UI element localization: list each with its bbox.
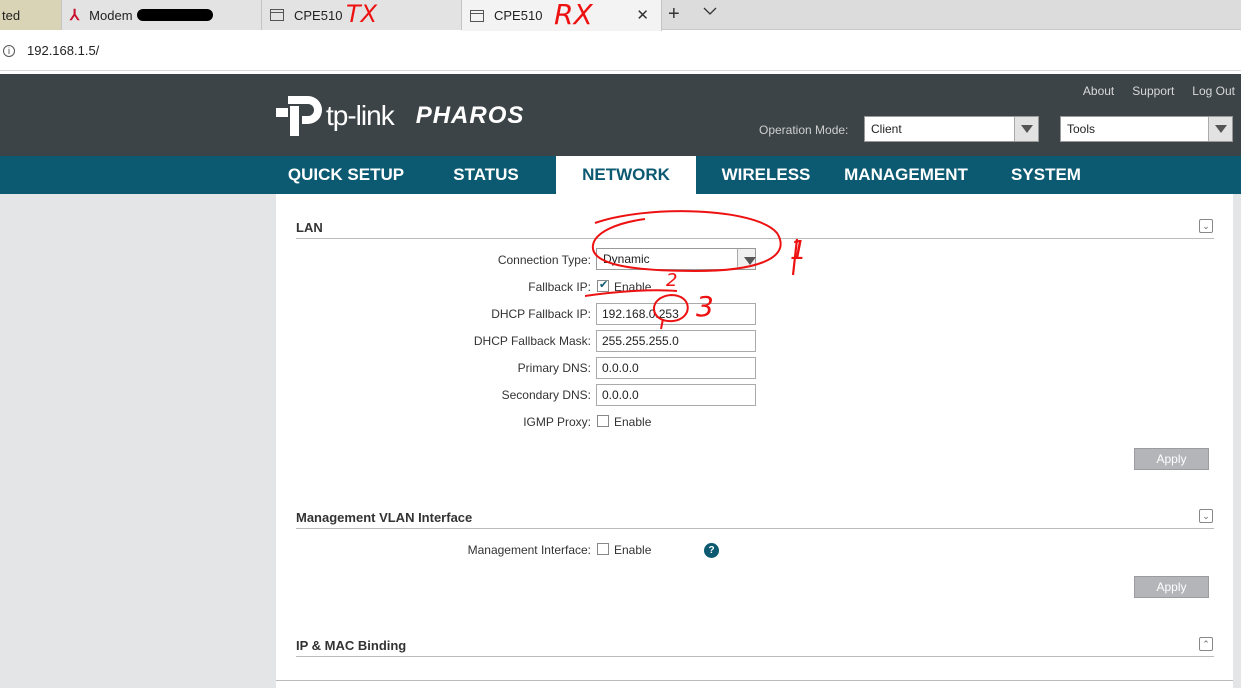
tab-title: CPE510 [294, 7, 343, 23]
expand-chevron-icon[interactable]: ⌃ [1199, 637, 1213, 651]
secondary-dns-input[interactable] [596, 384, 756, 406]
browser-tab-cpe510-tx[interactable]: CPE510 TX [262, 0, 462, 30]
management-interface-checkbox[interactable] [597, 543, 609, 555]
primary-dns-input[interactable] [596, 357, 756, 379]
management-interface-enable-label: Enable [614, 543, 652, 557]
section-divider [296, 528, 1214, 529]
lan-apply-button[interactable]: Apply [1134, 448, 1209, 470]
address-bar: i 192.168.1.5/ [0, 31, 1241, 71]
panel-bottom-border [276, 680, 1233, 681]
header-links: About Support Log Out [1083, 84, 1235, 98]
dropdown-arrow-icon [1208, 117, 1232, 141]
dhcp-fallback-mask-label: DHCP Fallback Mask: [473, 334, 591, 348]
dhcp-fallback-mask-input[interactable] [596, 330, 756, 352]
page-icon [470, 9, 484, 22]
tp-link-logo-icon [276, 96, 322, 136]
logo-product: PHAROS [415, 102, 525, 129]
igmp-proxy-checkbox[interactable] [597, 415, 609, 427]
igmp-proxy-label: IGMP Proxy: [523, 415, 591, 429]
logo-text: tp-link [326, 100, 395, 131]
secondary-dns-label: Secondary DNS: [501, 388, 591, 402]
collapse-chevron-icon[interactable]: ⌄ [1199, 509, 1213, 523]
nav-wireless[interactable]: WIRELESS [710, 156, 822, 194]
nav-management[interactable]: MANAGEMENT [836, 156, 976, 194]
operation-mode-value: Client [871, 122, 902, 136]
router-header: tp-link PHAROS About Support Log Out Ope… [0, 74, 1241, 156]
dhcp-fallback-ip-label: DHCP Fallback IP: [491, 307, 591, 321]
tab-title: CPE510 [494, 8, 543, 23]
close-tab-icon[interactable]: ✕ [636, 6, 649, 24]
redaction-mark [136, 9, 213, 21]
browser-tab-strip: ted ⅄ Modem CPE510 TX CPE510 RX ✕ + [0, 0, 1241, 31]
dropdown-arrow-icon [1014, 117, 1038, 141]
new-tab-icon[interactable]: + [668, 3, 680, 26]
operation-mode-select[interactable]: Client [864, 116, 1039, 142]
fallback-ip-label: Fallback IP: [528, 280, 591, 294]
logout-link[interactable]: Log Out [1192, 84, 1235, 98]
page-icon [270, 9, 284, 21]
support-link[interactable]: Support [1132, 84, 1174, 98]
tp-link-logo: tp-link PHAROS [276, 92, 524, 140]
igmp-proxy-enable-label: Enable [614, 415, 652, 429]
nav-status[interactable]: STATUS [430, 156, 542, 194]
tab-title: Modem [89, 7, 133, 23]
tools-value: Tools [1067, 122, 1096, 136]
tools-select[interactable]: Tools [1060, 116, 1233, 142]
nav-network[interactable]: NETWORK [556, 156, 696, 194]
browser-tab-modem[interactable]: ⅄ Modem [62, 0, 262, 30]
annotation-number-3: 3 [696, 290, 714, 323]
annotation-number-2: 2 [666, 270, 678, 291]
ip-mac-binding-section-title: IP & MAC Binding [296, 638, 407, 653]
mgmt-vlan-apply-button[interactable]: Apply [1134, 576, 1209, 598]
mgmt-vlan-section-title: Management VLAN Interface [296, 510, 473, 525]
lan-section-title: LAN [296, 220, 323, 235]
connection-type-label: Connection Type: [497, 253, 591, 267]
tab-list-chevron-icon[interactable] [703, 5, 717, 19]
browser-tab-cpe510-rx[interactable]: CPE510 RX ✕ [462, 0, 662, 31]
right-edge [1233, 194, 1241, 688]
management-interface-label: Management Interface: [467, 543, 591, 557]
nav-quick-setup[interactable]: QUICK SETUP [276, 156, 416, 194]
nav-system[interactable]: SYSTEM [990, 156, 1102, 194]
url-text[interactable]: 192.168.1.5/ [27, 43, 99, 58]
about-link[interactable]: About [1083, 84, 1114, 98]
collapse-chevron-icon[interactable]: ⌄ [1199, 219, 1213, 233]
acrobat-icon: ⅄ [70, 7, 80, 24]
operation-mode-label: Operation Mode: [759, 123, 849, 137]
annotation-number-1: 1 [790, 236, 807, 266]
left-sidebar [0, 194, 276, 688]
section-divider [296, 656, 1214, 657]
annotation-rx: RX [554, 0, 593, 31]
site-info-icon[interactable]: i [3, 44, 15, 57]
main-nav: QUICK SETUP STATUS NETWORK WIRELESS MANA… [0, 156, 1241, 194]
tab-title: ted [2, 7, 21, 23]
help-icon[interactable]: ? [704, 543, 719, 558]
annotation-tx: TX [346, 0, 378, 28]
primary-dns-label: Primary DNS: [517, 361, 591, 375]
browser-tab-partial[interactable]: ted [0, 0, 62, 30]
